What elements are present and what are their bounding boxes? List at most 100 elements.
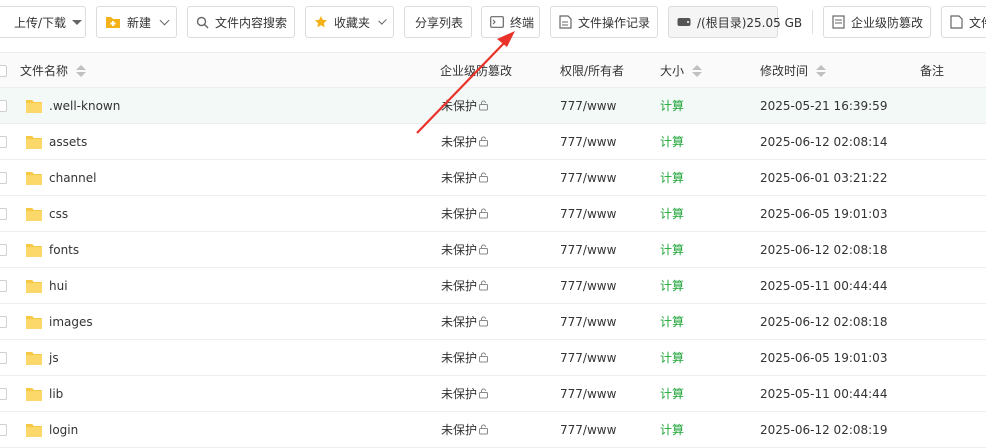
- file-operation-log-button[interactable]: 文件操作记录: [550, 6, 658, 38]
- table-header: 文件名称 企业级防篡改 权限/所有者 大小 修改时间 备注: [0, 52, 986, 88]
- tamper-status[interactable]: 未保护: [441, 124, 489, 160]
- tamper-protection-button[interactable]: 企业级防篡改: [823, 6, 931, 38]
- row-checkbox[interactable]: [0, 316, 7, 328]
- row-checkbox[interactable]: [0, 136, 7, 148]
- header-mtime[interactable]: 修改时间: [760, 53, 827, 89]
- size-calc-link[interactable]: 计算: [660, 124, 684, 160]
- file-name-link[interactable]: hui: [49, 268, 68, 304]
- size-calc-link[interactable]: 计算: [660, 340, 684, 376]
- header-perm-label: 权限/所有者: [560, 64, 625, 78]
- permission-link[interactable]: 777/www: [560, 196, 616, 232]
- table-row[interactable]: login 未保护 777/www 计算 2025-06-12 02:08:19: [0, 412, 986, 448]
- table-row[interactable]: assets 未保护 777/www 计算 2025-06-12 02:08:14: [0, 124, 986, 160]
- file-name-link[interactable]: css: [49, 196, 68, 232]
- select-all-checkbox[interactable]: [0, 65, 7, 77]
- size-calc-link[interactable]: 计算: [660, 376, 684, 412]
- sort-icon[interactable]: [76, 65, 87, 77]
- disk-label: /(根目录)25.05 GB: [697, 15, 803, 30]
- table-row[interactable]: fonts 未保护 777/www 计算 2025-06-12 02:08:18: [0, 232, 986, 268]
- new-button[interactable]: 新建: [96, 6, 177, 38]
- tamper-status[interactable]: 未保护: [441, 376, 489, 412]
- row-checkbox[interactable]: [0, 388, 7, 400]
- star-icon: [315, 16, 327, 28]
- row-checkbox[interactable]: [0, 352, 7, 364]
- table-row[interactable]: js 未保护 777/www 计算 2025-06-05 19:01:03: [0, 340, 986, 376]
- permission-link[interactable]: 777/www: [560, 376, 616, 412]
- tamper-status[interactable]: 未保护: [441, 268, 489, 304]
- permission-link[interactable]: 777/www: [560, 124, 616, 160]
- modified-time: 2025-06-12 02:08:18: [760, 315, 888, 329]
- permission-link[interactable]: 777/www: [560, 412, 616, 448]
- row-checkbox[interactable]: [0, 208, 7, 220]
- file-name-link[interactable]: fonts: [49, 232, 79, 268]
- header-name-label: 文件名称: [20, 64, 69, 78]
- table-row[interactable]: hui 未保护 777/www 计算 2025-05-11 00:44:44: [0, 268, 986, 304]
- new-folder-icon: [106, 17, 120, 28]
- tamper-status-label: 未保护: [441, 315, 478, 329]
- sort-icon[interactable]: [692, 65, 703, 77]
- file-name-link[interactable]: channel: [49, 160, 96, 196]
- header-note: 备注: [920, 53, 944, 89]
- tamper-label: 企业级防篡改: [851, 15, 924, 30]
- lock-icon: [478, 161, 489, 197]
- permission-link[interactable]: 777/www: [560, 88, 616, 124]
- permission-link[interactable]: 777/www: [560, 304, 616, 340]
- table-row[interactable]: lib 未保护 777/www 计算 2025-05-11 00:44:44: [0, 376, 986, 412]
- folder-icon: [25, 205, 43, 223]
- permission-link[interactable]: 777/www: [560, 340, 616, 376]
- file-name-link[interactable]: .well-known: [49, 88, 120, 124]
- terminal-button[interactable]: 终端: [481, 6, 540, 38]
- folder-icon: [25, 133, 43, 151]
- size-calc-link[interactable]: 计算: [660, 232, 684, 268]
- tamper-status[interactable]: 未保护: [441, 304, 489, 340]
- share-list-button[interactable]: 分享列表: [404, 6, 472, 38]
- tamper-status[interactable]: 未保护: [441, 88, 489, 124]
- table-row[interactable]: css 未保护 777/www 计算 2025-06-05 19:01:03: [0, 196, 986, 232]
- row-checkbox[interactable]: [0, 172, 7, 184]
- upload-download-button[interactable]: 上传/下载: [0, 6, 86, 38]
- tamper-status[interactable]: 未保护: [441, 412, 489, 448]
- tamper-status[interactable]: 未保护: [441, 340, 489, 376]
- size-calc-link[interactable]: 计算: [660, 268, 684, 304]
- row-checkbox[interactable]: [0, 424, 7, 436]
- permission-link[interactable]: 777/www: [560, 160, 616, 196]
- folder-icon: [25, 385, 43, 403]
- file-more-button[interactable]: 文件: [941, 6, 986, 38]
- tamper-status-label: 未保护: [441, 99, 478, 113]
- file-name-link[interactable]: login: [49, 412, 78, 448]
- tamper-status[interactable]: 未保护: [441, 232, 489, 268]
- row-checkbox[interactable]: [0, 280, 7, 292]
- folder-icon: [25, 169, 43, 187]
- table-row[interactable]: channel 未保护 777/www 计算 2025-06-01 03:21:22: [0, 160, 986, 196]
- size-calc-link[interactable]: 计算: [660, 88, 684, 124]
- tamper-status[interactable]: 未保护: [441, 160, 489, 196]
- permission-link[interactable]: 777/www: [560, 268, 616, 304]
- header-mtime-label: 修改时间: [760, 64, 809, 78]
- row-checkbox[interactable]: [0, 244, 7, 256]
- file-name-link[interactable]: lib: [49, 376, 63, 412]
- favorites-button[interactable]: 收藏夹: [305, 6, 394, 38]
- header-size[interactable]: 大小: [660, 53, 703, 89]
- modified-time: 2025-06-12 02:08:18: [760, 243, 888, 257]
- file-name-link[interactable]: images: [49, 304, 93, 340]
- size-calc-link[interactable]: 计算: [660, 412, 684, 448]
- permission-link[interactable]: 777/www: [560, 232, 616, 268]
- file-content-search-button[interactable]: 文件内容搜索: [187, 6, 295, 38]
- share-list-label: 分享列表: [415, 15, 464, 30]
- table-row[interactable]: images 未保护 777/www 计算 2025-06-12 02:08:18: [0, 304, 986, 340]
- header-name[interactable]: 文件名称: [20, 53, 87, 89]
- modified-time: 2025-06-12 02:08:14: [760, 135, 888, 149]
- sort-icon[interactable]: [816, 65, 827, 77]
- lock-icon: [478, 377, 489, 413]
- file-name-link[interactable]: js: [49, 340, 59, 376]
- disk-icon: [677, 18, 691, 26]
- file-name-link[interactable]: assets: [49, 124, 87, 160]
- size-calc-link[interactable]: 计算: [660, 160, 684, 196]
- size-calc-link[interactable]: 计算: [660, 304, 684, 340]
- size-calc-link[interactable]: 计算: [660, 196, 684, 232]
- table-row[interactable]: .well-known 未保护 777/www 计算 2025-05-21 16:39:…: [0, 88, 986, 124]
- tamper-status[interactable]: 未保护: [441, 196, 489, 232]
- disk-root-button[interactable]: /(根目录)25.05 GB: [668, 6, 802, 38]
- tamper-status-label: 未保护: [441, 387, 478, 401]
- row-checkbox[interactable]: [0, 100, 7, 112]
